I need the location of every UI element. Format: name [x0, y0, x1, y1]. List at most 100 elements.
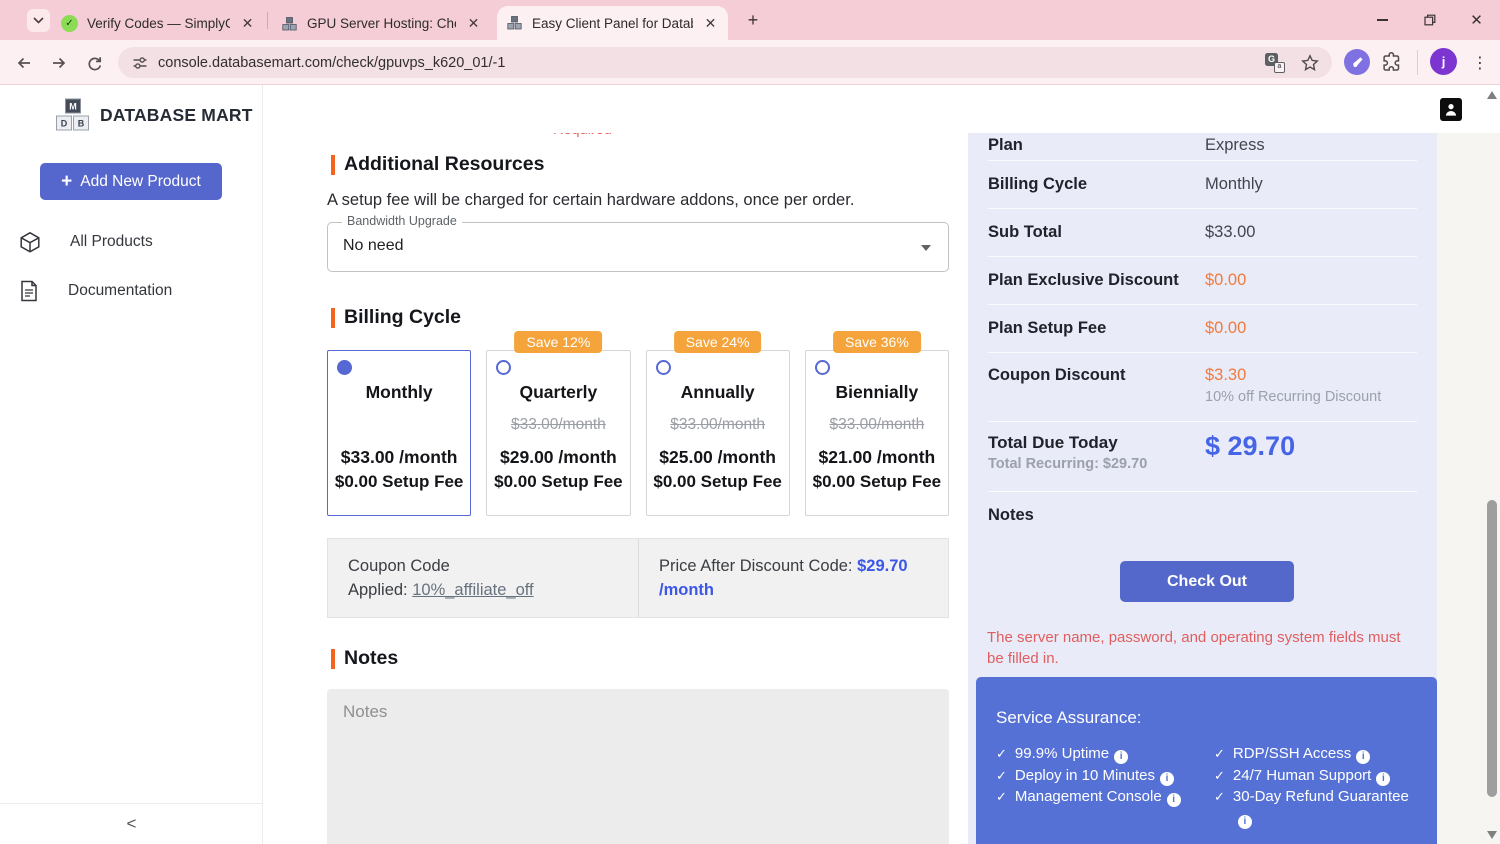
address-bar[interactable]: console.databasemart.com/check/gpuvps_k6…: [118, 47, 1332, 78]
billing-option-name: Annually: [680, 382, 755, 402]
setup-fee: $0.00 Setup Fee: [812, 472, 942, 491]
browser-menu-icon[interactable]: ⋮: [1471, 50, 1489, 75]
extensions-icon[interactable]: [1381, 51, 1402, 72]
tab-close-icon[interactable]: ✕: [702, 15, 719, 32]
scrollbar-thumb[interactable]: [1487, 500, 1497, 797]
databasemart-logo[interactable]: M D B DATABASE MART: [54, 98, 253, 132]
url-text: console.databasemart.com/check/gpuvps_k6…: [158, 54, 506, 71]
window-close-button[interactable]: ✕: [1453, 0, 1500, 40]
databasemart-favicon: [281, 15, 298, 32]
assurance-item: Management Console: [996, 786, 1214, 808]
tab-divider: [267, 12, 268, 29]
summary-value: $3.30: [1205, 366, 1247, 384]
summary-value: $33.00: [1205, 223, 1256, 241]
info-icon[interactable]: [1237, 814, 1252, 829]
add-new-product-button[interactable]: Add New Product: [40, 163, 222, 200]
billing-option-name: Monthly: [365, 382, 433, 402]
browser-tab-simplycodes[interactable]: ✓ Verify Codes — SimplyCodes ✕: [52, 7, 265, 40]
setup-fee-description: A setup fee will be charged for certain …: [327, 191, 855, 209]
section-title: Additional Resources: [344, 153, 545, 175]
summary-value: Express: [1205, 136, 1265, 154]
info-icon[interactable]: [1356, 750, 1371, 764]
radio-monthly[interactable]: [337, 360, 352, 375]
setup-fee: $0.00 Setup Fee: [653, 472, 782, 491]
tab-close-icon[interactable]: ✕: [465, 15, 482, 32]
reload-button[interactable]: [82, 51, 106, 75]
billing-option-quarterly[interactable]: Save 12% Quarterly $33.00/month $29.00 /…: [486, 331, 631, 516]
bookmark-star-icon[interactable]: [1301, 53, 1319, 72]
coupon-discount-subnote: 10% off Recurring Discount: [1205, 389, 1382, 405]
forward-button[interactable]: [47, 51, 71, 75]
sidebar-item-documentation[interactable]: Documentation: [0, 271, 263, 311]
save-badge: Save 12%: [514, 331, 603, 353]
window-minimize-button[interactable]: [1359, 0, 1406, 40]
billing-option-annually[interactable]: Save 24% Annually $33.00/month $25.00 /m…: [645, 331, 790, 516]
section-heading-notes: Notes: [331, 647, 398, 670]
price-per-month: $21.00 /month: [818, 447, 936, 467]
summary-value: $0.00: [1205, 319, 1247, 337]
svg-text:M: M: [69, 102, 77, 112]
new-tab-button[interactable]: +: [742, 9, 764, 31]
window-restore-button[interactable]: [1406, 0, 1453, 40]
browser-tab-gpu-hosting[interactable]: GPU Server Hosting: Cheap GPU ✕: [272, 7, 491, 40]
info-icon[interactable]: [1376, 771, 1391, 786]
screen: ✓ Verify Codes — SimplyCodes ✕ GPU Serve…: [0, 0, 1500, 844]
check-icon: [996, 786, 1007, 808]
tab-close-icon[interactable]: ✕: [239, 15, 256, 32]
browser-tab-client-panel-active[interactable]: Easy Client Panel for Database M ✕: [497, 6, 728, 40]
scrollbar-down-arrow[interactable]: [1487, 831, 1497, 839]
bandwidth-upgrade-value: No need: [343, 237, 404, 254]
price-after-discount-label: Price After Discount Code:: [659, 557, 853, 575]
tab-title: Verify Codes — SimplyCodes: [87, 16, 230, 31]
page: M D B DATABASE MART Add New Product All …: [0, 85, 1500, 844]
bandwidth-upgrade-label: Bandwidth Upgrade: [342, 214, 462, 228]
info-icon[interactable]: [1159, 771, 1174, 786]
billing-option-monthly[interactable]: Monthly $33.00 /month $0.00 Setup Fee: [327, 350, 472, 516]
sidebar: M D B DATABASE MART Add New Product All …: [0, 85, 263, 844]
billing-option-biennially[interactable]: Save 36% Biennially $33.00/month $21.00 …: [804, 331, 949, 516]
info-icon[interactable]: [1114, 750, 1129, 764]
scrollbar-up-arrow[interactable]: [1487, 91, 1497, 99]
back-button[interactable]: [12, 51, 36, 75]
coupon-label: Coupon Code: [348, 557, 450, 575]
price-per-month: $29.00 /month: [500, 447, 617, 467]
radio-annually[interactable]: [655, 360, 671, 375]
coupon-code-link[interactable]: 10%_affiliate_off: [412, 581, 533, 599]
browser-profile-avatar[interactable]: j: [1430, 48, 1457, 75]
sidebar-collapse-button[interactable]: <: [0, 803, 263, 844]
translate-icon[interactable]: Ga: [1265, 52, 1285, 73]
info-icon[interactable]: [1166, 793, 1181, 807]
customize-chrome-icon[interactable]: [1344, 49, 1370, 75]
assurance-label: RDP/SSH Access: [1232, 745, 1352, 762]
check-out-button[interactable]: Check Out: [1120, 561, 1294, 602]
tab-search-button[interactable]: [27, 9, 50, 32]
sidebar-item-all-products[interactable]: All Products: [0, 222, 263, 262]
databasemart-favicon: [506, 15, 523, 32]
bandwidth-upgrade-select[interactable]: Bandwidth Upgrade No need: [327, 214, 949, 272]
original-price: [328, 416, 470, 436]
validation-error-message: The server name, password, and operating…: [987, 629, 1401, 667]
notes-textarea[interactable]: [327, 689, 949, 844]
radio-biennially[interactable]: [814, 360, 830, 375]
simplycodes-favicon: ✓: [61, 15, 78, 32]
summary-row-plan-setup-fee: Plan Setup Fee $0.00: [988, 305, 1417, 353]
plus-icon: [61, 171, 72, 193]
billing-cycle-options: Monthly $33.00 /month $0.00 Setup Fee Sa…: [327, 331, 949, 516]
check-icon: [996, 743, 1007, 765]
summary-label: Plan Setup Fee: [988, 319, 1107, 337]
assurance-label: 30-Day Refund Guarantee: [1232, 788, 1409, 805]
sidebar-item-label: Documentation: [68, 282, 173, 299]
account-icon[interactable]: [1440, 98, 1462, 121]
radio-quarterly[interactable]: [496, 360, 512, 375]
check-icon: [1214, 765, 1225, 787]
coupon-box: Coupon Code Applied: 10%_affiliate_off P…: [327, 538, 949, 618]
check-icon: [1214, 743, 1225, 765]
summary-row-total-due: Total Due Today Total Recurring: $29.70 …: [988, 422, 1417, 492]
assurance-label: Management Console: [1014, 788, 1162, 805]
order-summary-panel: Plan Express Billing Cycle Monthly Sub T…: [968, 133, 1437, 844]
site-info-icon[interactable]: [132, 55, 148, 71]
dropdown-caret-icon: [921, 245, 931, 256]
original-price: $33.00/month: [510, 416, 606, 433]
section-title: Notes: [344, 647, 399, 669]
section-accent-bar: [331, 154, 335, 175]
